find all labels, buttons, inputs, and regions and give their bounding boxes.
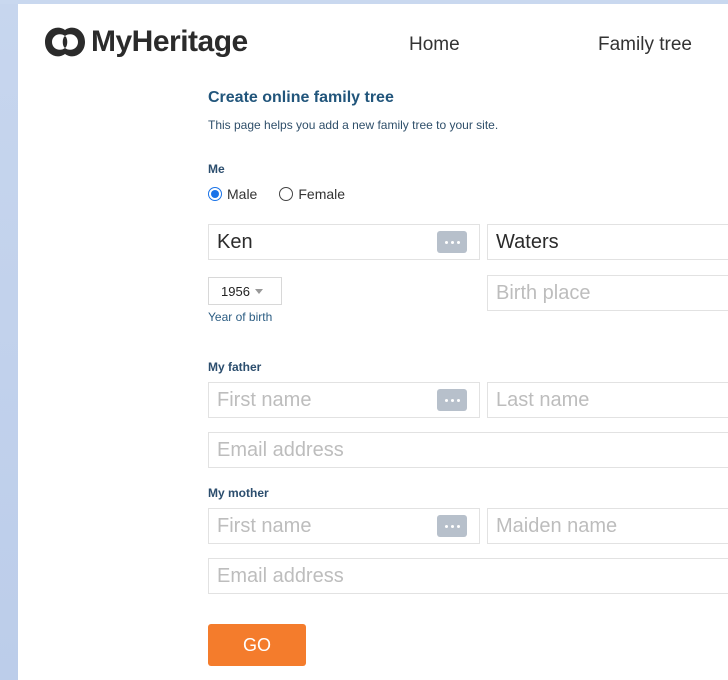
gender-radio-group: Male Female bbox=[208, 186, 367, 202]
dot bbox=[450, 240, 454, 244]
dot bbox=[456, 524, 460, 528]
page-subtitle: This page helps you add a new family tre… bbox=[208, 118, 499, 132]
radio-male-label[interactable]: Male bbox=[227, 186, 257, 202]
dot bbox=[456, 398, 460, 402]
year-of-birth-value: 1956 bbox=[221, 283, 250, 299]
mother-maiden-name-input[interactable]: Maiden name bbox=[487, 508, 728, 544]
dot bbox=[444, 240, 448, 244]
more-options-button-father[interactable] bbox=[437, 389, 467, 411]
dot bbox=[456, 240, 460, 244]
dot bbox=[444, 398, 448, 402]
myheritage-logo-icon bbox=[45, 27, 85, 57]
year-of-birth-select[interactable]: 1956 bbox=[208, 277, 282, 305]
more-options-button-mother[interactable] bbox=[437, 515, 467, 537]
left-background-strip bbox=[0, 0, 18, 680]
nav-family-tree[interactable]: Family tree bbox=[598, 34, 692, 56]
nav-home[interactable]: Home bbox=[409, 34, 460, 56]
dot bbox=[450, 398, 454, 402]
logo-text: MyHeritage bbox=[91, 25, 248, 58]
birth-place-input[interactable]: Birth place bbox=[487, 275, 728, 311]
page-title: Create online family tree bbox=[208, 89, 394, 106]
father-last-name-input[interactable]: Last name bbox=[487, 382, 728, 418]
section-label-mother: My mother bbox=[208, 486, 269, 500]
section-label-me: Me bbox=[208, 162, 225, 176]
year-of-birth-label: Year of birth bbox=[208, 310, 273, 324]
dot bbox=[444, 524, 448, 528]
chevron-down-icon bbox=[254, 288, 263, 294]
radio-male[interactable] bbox=[208, 187, 222, 201]
myheritage-logo[interactable]: MyHeritage bbox=[43, 22, 248, 62]
radio-female[interactable] bbox=[279, 187, 294, 201]
site-header: MyHeritage Home Family tree bbox=[18, 4, 728, 88]
father-email-input[interactable]: Email address bbox=[208, 432, 728, 468]
dot bbox=[450, 524, 454, 528]
me-last-name-input[interactable]: Waters bbox=[487, 224, 728, 260]
radio-female-label[interactable]: Female bbox=[298, 186, 345, 202]
section-label-father: My father bbox=[208, 360, 262, 374]
go-button[interactable]: GO bbox=[208, 624, 306, 666]
mother-email-input[interactable]: Email address bbox=[208, 558, 728, 594]
more-options-button-me[interactable] bbox=[437, 231, 467, 253]
